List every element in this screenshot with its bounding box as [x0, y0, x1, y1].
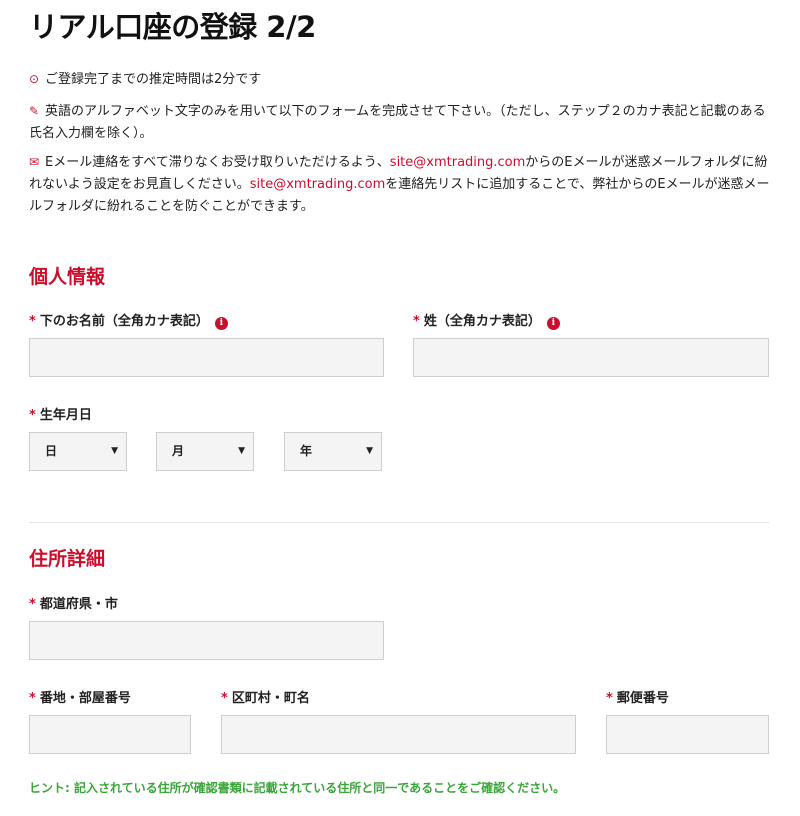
- prefecture-label: * 都道府県・市: [29, 593, 118, 612]
- required-mark: *: [413, 314, 420, 329]
- address-details-heading: 住所詳細: [29, 548, 106, 570]
- street-label-text: 番地・部屋番号: [39, 691, 131, 706]
- alphabet-instruction-text: 英語のアルファベット文字のみを用いて以下のフォームを完成させて下さい。（ただし、…: [29, 104, 766, 141]
- chevron-down-icon: ▼: [111, 446, 118, 456]
- required-mark: *: [221, 691, 228, 706]
- last-name-label-text: 姓（全角カナ表記）: [423, 314, 541, 329]
- prefecture-label-text: 都道府県・市: [39, 597, 118, 612]
- last-name-input[interactable]: [413, 338, 769, 377]
- chevron-down-icon: ▼: [238, 446, 245, 456]
- time-estimate-note: ⊙ ご登録完了までの推定時間は2分です: [29, 68, 771, 91]
- pencil-icon: ✎: [29, 104, 40, 118]
- birthdate-label-text: 生年月日: [39, 408, 92, 423]
- address-hint: ヒント: 記入されている住所が確認書類に記載されている住所と同一であることをご確…: [29, 781, 566, 795]
- alphabet-instruction-note: ✎ 英語のアルファベット文字のみを用いて以下のフォームを完成させて下さい。（ただし…: [29, 100, 771, 145]
- email-notice: ✉ Eメール連絡をすべて滞りなくお受け取りいただけるよう、site@xmtradi…: [29, 151, 771, 218]
- section-divider: [29, 522, 769, 523]
- street-label: * 番地・部屋番号: [29, 687, 131, 706]
- postal-code-label-text: 郵便番号: [616, 691, 669, 706]
- first-name-input[interactable]: [29, 338, 384, 377]
- personal-info-heading: 個人情報: [29, 266, 106, 288]
- last-name-label: * 姓（全角カナ表記） i: [413, 310, 560, 330]
- birthdate-label: * 生年月日: [29, 404, 92, 423]
- day-select[interactable]: 日 ▼: [29, 432, 127, 471]
- email-link-2[interactable]: site@xmtrading.com: [250, 177, 386, 192]
- first-name-label-text: 下のお名前（全角カナ表記）: [39, 314, 209, 329]
- required-mark: *: [29, 691, 36, 706]
- first-name-label: * 下のお名前（全角カナ表記） i: [29, 310, 228, 330]
- info-icon[interactable]: i: [214, 317, 228, 330]
- email-notice-text-1: Eメール連絡をすべて滞りなくお受け取りいただけるよう、: [45, 155, 390, 170]
- postal-code-label: * 郵便番号: [606, 687, 669, 706]
- prefecture-input[interactable]: [29, 621, 384, 660]
- postal-code-input[interactable]: [606, 715, 769, 754]
- envelope-icon: ✉: [29, 155, 40, 169]
- city-label-text: 区町村・町名: [231, 691, 310, 706]
- required-mark: *: [606, 691, 613, 706]
- chevron-down-icon: ▼: [366, 446, 373, 456]
- month-select-value: 月: [172, 444, 185, 458]
- required-mark: *: [29, 597, 36, 612]
- email-link-1[interactable]: site@xmtrading.com: [390, 155, 526, 170]
- time-estimate-text: ご登録完了までの推定時間は2分です: [45, 72, 262, 87]
- city-input[interactable]: [221, 715, 576, 754]
- month-select[interactable]: 月 ▼: [156, 432, 254, 471]
- day-select-value: 日: [45, 444, 58, 458]
- year-select-value: 年: [300, 444, 313, 458]
- required-mark: *: [29, 314, 36, 329]
- required-mark: *: [29, 408, 36, 423]
- year-select[interactable]: 年 ▼: [284, 432, 382, 471]
- street-input[interactable]: [29, 715, 191, 754]
- city-label: * 区町村・町名: [221, 687, 310, 706]
- page-title: リアル口座の登録 2/2: [29, 10, 316, 44]
- info-icon[interactable]: i: [546, 317, 560, 330]
- clock-icon: ⊙: [29, 72, 40, 86]
